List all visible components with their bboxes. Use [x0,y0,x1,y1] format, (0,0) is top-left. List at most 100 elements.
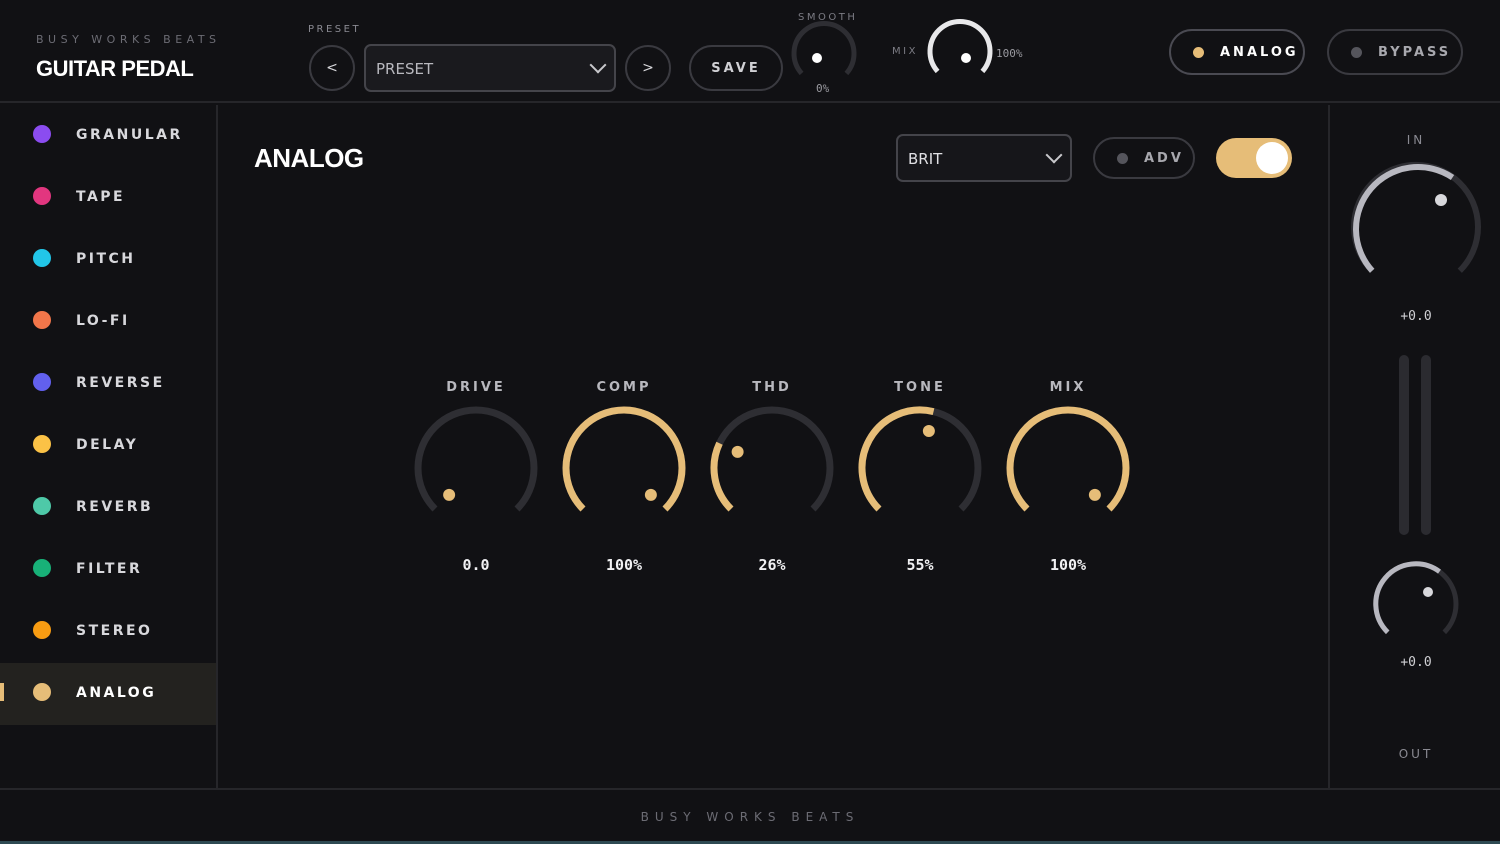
sidebar-item-label: PITCH [76,251,136,267]
bypass-button-label: BYPASS [1378,44,1452,60]
smooth-knob[interactable] [790,20,858,88]
sidebar-item-label: REVERB [76,499,154,515]
knob-value-arc [710,441,734,512]
chevron-down-icon [589,56,607,74]
analog-button-label: ANALOG [1220,44,1299,60]
tone-knob-dial[interactable] [854,402,986,534]
knob-value: 26% [758,556,786,574]
granular-dot [33,125,51,143]
knob-indicator [922,425,935,438]
sidebar-item-granular[interactable]: GRANULAR [0,105,216,167]
input-label: IN [1406,133,1426,147]
preset-label: PRESET [308,24,362,35]
brand-subtitle: BUSY WORKS BEATS [36,33,221,46]
thd-knob-dial[interactable] [706,402,838,534]
knob-value: 0.0 [462,556,490,574]
mix-knob-dial[interactable] [1002,402,1134,534]
bypass-button[interactable]: BYPASS [1327,29,1463,75]
footer-brand: BUSY WORKS BEATS [640,810,860,824]
save-button-label: SAVE [711,60,761,76]
adv-status-dot [1117,152,1128,164]
output-label: OUT [1398,747,1434,761]
io-panel: IN +0.0 +0.0 OUT [1328,105,1500,788]
master-mix-knob-indicator [961,53,971,63]
reverb-dot [33,497,51,515]
brand-title: GUITAR PEDAL [36,56,194,81]
smooth-knob-indicator [812,53,822,63]
lo-fi-dot [33,311,51,329]
analog-mode-value: BRIT [908,150,943,168]
pitch-dot [33,249,51,267]
knob-label: THD [752,380,792,395]
drive-knob-dial[interactable] [410,402,542,534]
knob-track [710,406,834,512]
output-knob-indicator [1423,587,1433,597]
analog-mode-select[interactable]: BRIT [896,134,1072,182]
chevron-down-icon [1045,146,1063,164]
sidebar-item-pitch[interactable]: PITCH [0,229,216,291]
sidebar-item-reverb[interactable]: REVERB [0,477,216,539]
sidebar-item-reverse[interactable]: REVERSE [0,353,216,415]
sidebar-item-label: FILTER [76,561,143,577]
sidebar-item-label: DELAY [76,437,139,453]
smooth-value: 0% [816,82,830,95]
comp-knob-dial[interactable] [558,402,690,534]
knob-label: TONE [894,380,946,395]
delay-dot [33,435,51,453]
stereo-dot [33,621,51,639]
mix-value: 100% [996,47,1023,60]
sidebar-item-label: TAPE [76,189,126,205]
footer: BUSY WORKS BEATS [0,788,1500,844]
sidebar-item-label: STEREO [76,623,153,639]
tape-dot [33,187,51,205]
save-button[interactable]: SAVE [689,45,783,91]
knob-track [414,406,538,512]
prev-preset-label: < [326,60,338,76]
preset-select[interactable]: PRESET [364,44,616,92]
sidebar-item-label: GRANULAR [76,127,183,143]
sidebar-item-lo-fi[interactable]: LO-FI [0,291,216,353]
sidebar-item-label: REVERSE [76,375,165,391]
next-preset-button[interactable]: > [625,45,671,91]
knob-label: MIX [1049,380,1087,395]
mix-label: MIX [892,46,918,57]
master-mix-knob[interactable] [926,18,994,86]
sidebar-item-tape[interactable]: TAPE [0,167,216,229]
knob-value-arc [1006,406,1130,512]
knob-value-arc [858,406,935,512]
analog-enable-toggle[interactable] [1216,138,1292,178]
input-gain-knob[interactable] [1350,161,1482,293]
level-meter-right [1421,355,1431,535]
analog-status-dot [1193,46,1204,58]
knob-value: 55% [906,556,934,574]
input-gain-value: +0.0 [1400,309,1432,324]
output-gain-value: +0.0 [1400,655,1432,670]
sidebar-item-label: LO-FI [76,313,130,329]
sidebar-item-stereo[interactable]: STEREO [0,601,216,663]
analog-dot [33,683,51,701]
sidebar-item-label: ANALOG [76,685,157,701]
sidebar-item-filter[interactable]: FILTER [0,539,216,601]
output-gain-knob[interactable] [1373,561,1459,647]
next-preset-label: > [642,60,654,76]
input-knob-indicator [1435,194,1447,206]
prev-preset-button[interactable]: < [309,45,355,91]
level-meter-left [1399,355,1409,535]
sidebar-item-analog[interactable]: ANALOG [0,663,216,725]
toggle-knob [1256,142,1288,174]
knob-indicator [443,488,456,501]
knob-value: 100% [1049,556,1087,574]
analog-button[interactable]: ANALOG [1169,29,1305,75]
page-title: ANALOG [254,143,364,173]
knob-value: 100% [605,556,643,574]
knob-label: COMP [596,380,652,395]
adv-button[interactable]: ADV [1093,137,1195,179]
effects-sidebar: GRANULAR TAPE PITCH LO-FI REVERSE DELAY … [0,105,218,788]
adv-button-label: ADV [1144,150,1184,166]
header-bar: BUSY WORKS BEATS GUITAR PEDAL PRESET < P… [0,0,1500,103]
active-indicator [0,683,4,701]
filter-dot [33,559,51,577]
sidebar-item-delay[interactable]: DELAY [0,415,216,477]
reverse-dot [33,373,51,391]
preset-select-value: PRESET [376,60,434,78]
